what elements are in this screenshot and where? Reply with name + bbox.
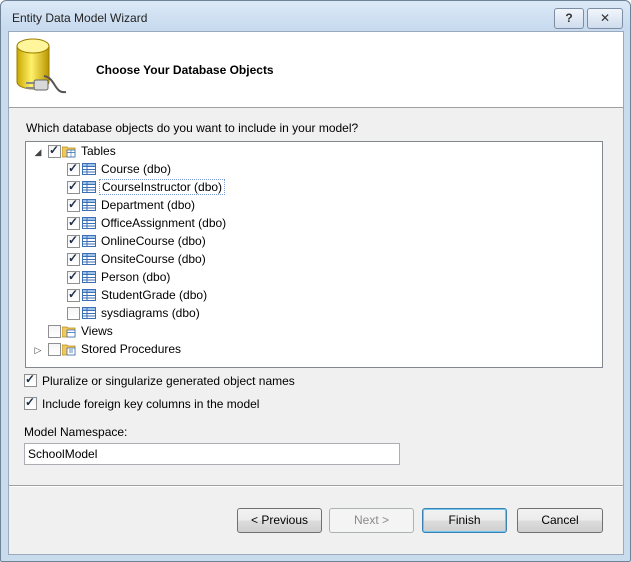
tree-item-sysdiagrams[interactable]: sysdiagrams (dbo) bbox=[26, 305, 600, 323]
item-checkbox[interactable] bbox=[67, 307, 80, 320]
database-connection-icon bbox=[16, 38, 67, 94]
model-namespace-value: SchoolModel bbox=[28, 447, 98, 461]
table-icon bbox=[82, 271, 96, 283]
item-label: Person (dbo) bbox=[101, 270, 171, 284]
tables-label: Tables bbox=[81, 144, 116, 158]
expand-arrow-icon[interactable]: ▷ bbox=[33, 345, 43, 355]
model-namespace-input[interactable]: SchoolModel bbox=[24, 443, 400, 465]
item-checkbox[interactable] bbox=[67, 197, 80, 212]
table-icon bbox=[82, 217, 96, 229]
item-label: Course (dbo) bbox=[101, 162, 172, 176]
previous-button[interactable]: < Previous bbox=[237, 508, 322, 533]
window-title: Entity Data Model Wizard bbox=[12, 11, 148, 25]
stored-procedures-checkbox[interactable] bbox=[48, 343, 61, 356]
wizard-header: Choose Your Database Objects bbox=[9, 32, 623, 108]
item-label: sysdiagrams (dbo) bbox=[101, 306, 200, 320]
tree-item-onsitecourse[interactable]: OnsiteCourse (dbo) bbox=[26, 251, 600, 269]
table-icon bbox=[82, 307, 96, 319]
item-label: OnsiteCourse (dbo) bbox=[101, 252, 206, 266]
item-checkbox[interactable] bbox=[67, 251, 80, 266]
wizard-body: Choose Your Database Objects Which datab… bbox=[8, 31, 624, 555]
foreign-keys-checkbox[interactable] bbox=[24, 395, 37, 410]
stored-procedures-folder-icon bbox=[62, 344, 76, 356]
tree-node-views[interactable]: Views bbox=[26, 323, 600, 341]
item-checkbox[interactable] bbox=[67, 269, 80, 284]
table-icon bbox=[82, 253, 96, 265]
finish-button[interactable]: Finish bbox=[422, 508, 507, 533]
item-label: OnlineCourse (dbo) bbox=[101, 234, 206, 248]
views-folder-icon bbox=[62, 326, 76, 338]
wizard-window: Entity Data Model Wizard ? ✕ Choose Your… bbox=[0, 0, 631, 562]
database-objects-tree[interactable]: ◢ Tables Course (dbo) CourseInstr bbox=[25, 141, 603, 368]
tree-item-department[interactable]: Department (dbo) bbox=[26, 197, 600, 215]
item-checkbox[interactable] bbox=[67, 179, 80, 194]
foreign-keys-option[interactable]: Include foreign key columns in the model bbox=[24, 395, 324, 412]
views-checkbox[interactable] bbox=[48, 325, 61, 338]
tables-folder-icon bbox=[62, 146, 76, 158]
tree-item-courseinstructor[interactable]: CourseInstructor (dbo) bbox=[26, 179, 600, 197]
table-icon bbox=[82, 181, 96, 193]
table-icon bbox=[82, 289, 96, 301]
close-button[interactable]: ✕ bbox=[587, 8, 623, 29]
item-checkbox[interactable] bbox=[67, 233, 80, 248]
item-label: OfficeAssignment (dbo) bbox=[101, 216, 227, 230]
item-checkbox[interactable] bbox=[67, 161, 80, 176]
tree-item-officeassignment[interactable]: OfficeAssignment (dbo) bbox=[26, 215, 600, 233]
tree-item-studentgrade[interactable]: StudentGrade (dbo) bbox=[26, 287, 600, 305]
item-checkbox[interactable] bbox=[67, 287, 80, 302]
table-icon bbox=[82, 235, 96, 247]
question-label: Which database objects do you want to in… bbox=[26, 121, 359, 135]
stored-procedures-label: Stored Procedures bbox=[81, 342, 182, 356]
model-namespace-label: Model Namespace: bbox=[24, 425, 128, 439]
tree-node-stored-procedures[interactable]: ▷ Stored Procedures bbox=[26, 341, 600, 359]
cancel-button[interactable]: Cancel bbox=[517, 508, 603, 533]
next-button[interactable]: Next > bbox=[329, 508, 414, 533]
collapse-arrow-icon[interactable]: ◢ bbox=[33, 147, 43, 157]
tree-node-tables[interactable]: ◢ Tables bbox=[26, 143, 600, 161]
help-button[interactable]: ? bbox=[554, 8, 584, 29]
item-label: Department (dbo) bbox=[101, 198, 196, 212]
foreign-keys-label: Include foreign key columns in the model bbox=[42, 397, 260, 411]
table-icon bbox=[82, 163, 96, 175]
item-label: CourseInstructor (dbo) bbox=[99, 179, 226, 195]
footer-separator bbox=[9, 485, 623, 487]
pluralize-checkbox[interactable] bbox=[24, 372, 37, 387]
item-label: StudentGrade (dbo) bbox=[101, 288, 208, 302]
table-icon bbox=[82, 199, 96, 211]
tree-item-onlinecourse[interactable]: OnlineCourse (dbo) bbox=[26, 233, 600, 251]
tables-checkbox[interactable] bbox=[48, 143, 61, 158]
title-bar[interactable]: Entity Data Model Wizard ? ✕ bbox=[1, 1, 630, 31]
tree-item-person[interactable]: Person (dbo) bbox=[26, 269, 600, 287]
pluralize-label: Pluralize or singularize generated objec… bbox=[42, 374, 295, 388]
pluralize-option[interactable]: Pluralize or singularize generated objec… bbox=[24, 372, 324, 389]
views-label: Views bbox=[81, 324, 113, 338]
tree-item-course[interactable]: Course (dbo) bbox=[26, 161, 600, 179]
item-checkbox[interactable] bbox=[67, 215, 80, 230]
page-title: Choose Your Database Objects bbox=[96, 63, 274, 77]
